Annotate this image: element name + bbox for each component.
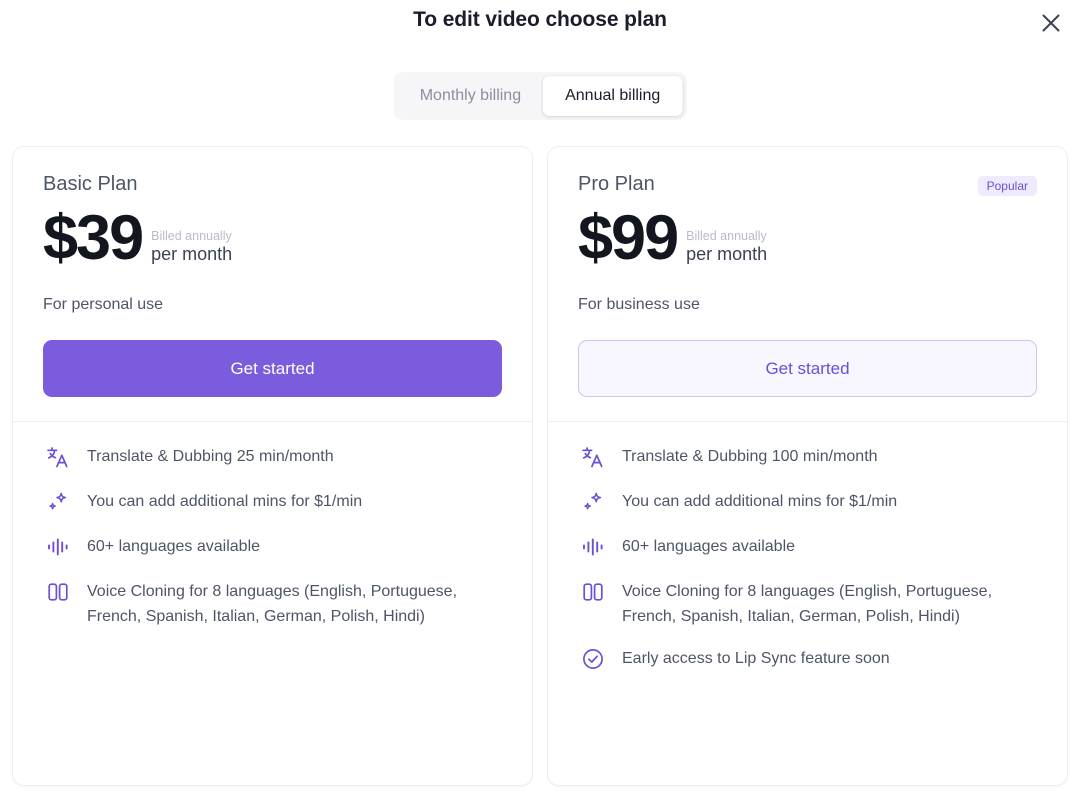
billed-note: Billed annually — [686, 230, 767, 244]
feature-list-basic: Translate & Dubbing 25 min/month You can… — [13, 422, 532, 660]
feature-text: You can add additional mins for $1/min — [622, 489, 897, 514]
feature-text: Early access to Lip Sync feature soon — [622, 646, 890, 671]
plan-price: $99 — [578, 210, 677, 268]
list-item: You can add additional mins for $1/min — [578, 489, 1037, 517]
list-item: Early access to Lip Sync feature soon — [578, 646, 1037, 674]
list-item: Translate & Dubbing 100 min/month — [578, 444, 1037, 472]
feature-text: Translate & Dubbing 100 min/month — [622, 444, 878, 469]
tab-monthly-billing[interactable]: Monthly billing — [398, 76, 543, 116]
voice-cloning-icon — [578, 577, 608, 607]
plan-name: Basic Plan — [43, 173, 138, 196]
plan-card-pro: Pro Plan Popular $99 Billed annually per… — [547, 146, 1068, 786]
sparkles-icon — [43, 487, 73, 517]
billed-note: Billed annually — [151, 230, 232, 244]
list-item: 60+ languages available — [578, 534, 1037, 562]
check-circle-icon — [578, 644, 608, 674]
get-started-button-basic[interactable]: Get started — [43, 340, 502, 397]
plan-name: Pro Plan — [578, 173, 655, 196]
list-item: Voice Cloning for 8 languages (English, … — [43, 579, 502, 630]
feature-text: Voice Cloning for 8 languages (English, … — [87, 579, 502, 630]
plan-usage-label: For personal use — [43, 296, 502, 314]
plan-price-meta: Billed annually per month — [686, 230, 767, 268]
plan-summary: Pro Plan Popular $99 Billed annually per… — [548, 147, 1067, 421]
billing-period-toggle[interactable]: Monthly billing Annual billing — [394, 72, 687, 120]
feature-text: Translate & Dubbing 25 min/month — [87, 444, 334, 469]
plan-card-basic: Basic Plan $39 Billed annually per month… — [12, 146, 533, 786]
plan-price-row: $99 Billed annually per month — [578, 210, 1037, 268]
feature-text: Voice Cloning for 8 languages (English, … — [622, 579, 1037, 630]
waveform-icon — [43, 532, 73, 562]
feature-text: 60+ languages available — [87, 534, 260, 559]
pricing-modal: To edit video choose plan Monthly billin… — [0, 0, 1080, 798]
plan-summary: Basic Plan $39 Billed annually per month… — [13, 147, 532, 421]
plan-header: Pro Plan Popular — [578, 173, 1037, 196]
tab-annual-billing[interactable]: Annual billing — [543, 76, 682, 116]
translate-icon — [43, 442, 73, 472]
feature-text: 60+ languages available — [622, 534, 795, 559]
plan-price: $39 — [43, 210, 142, 268]
sparkles-icon — [578, 487, 608, 517]
close-icon[interactable] — [1036, 8, 1066, 38]
translate-icon — [578, 442, 608, 472]
list-item: You can add additional mins for $1/min — [43, 489, 502, 517]
plan-price-meta: Billed annually per month — [151, 230, 232, 268]
list-item: Translate & Dubbing 25 min/month — [43, 444, 502, 472]
voice-cloning-icon — [43, 577, 73, 607]
plan-price-row: $39 Billed annually per month — [43, 210, 502, 268]
page-title: To edit video choose plan — [0, 8, 1080, 32]
waveform-icon — [578, 532, 608, 562]
feature-text: You can add additional mins for $1/min — [87, 489, 362, 514]
status-badge: Popular — [978, 176, 1037, 196]
get-started-button-pro[interactable]: Get started — [578, 340, 1037, 397]
feature-list-pro: Translate & Dubbing 100 min/month You ca… — [548, 422, 1067, 705]
price-period: per month — [686, 243, 767, 266]
plan-usage-label: For business use — [578, 296, 1037, 314]
plan-card-list: Basic Plan $39 Billed annually per month… — [12, 146, 1068, 786]
list-item: 60+ languages available — [43, 534, 502, 562]
list-item: Voice Cloning for 8 languages (English, … — [578, 579, 1037, 630]
plan-header: Basic Plan — [43, 173, 502, 196]
price-period: per month — [151, 243, 232, 266]
